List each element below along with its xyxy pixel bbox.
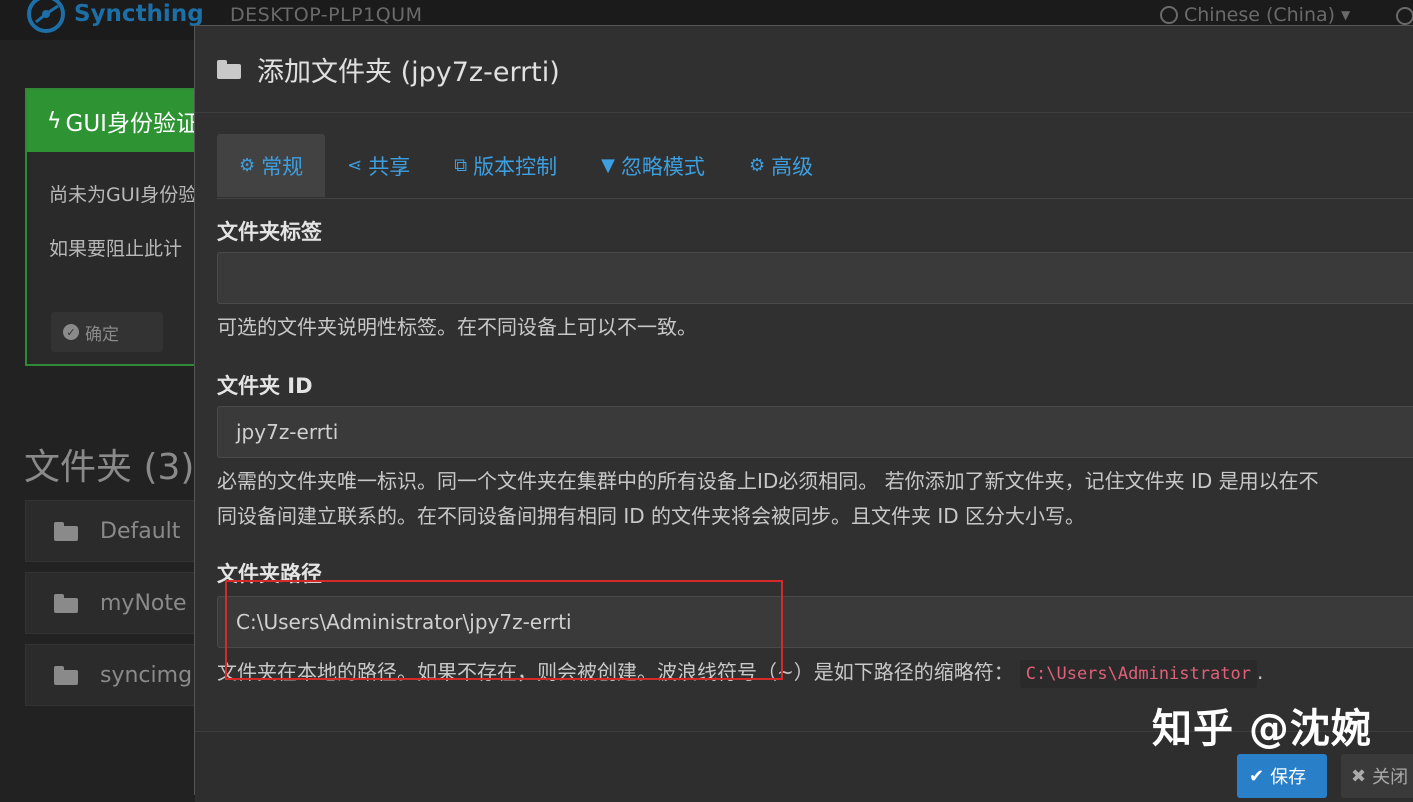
- folder-icon: [54, 521, 78, 541]
- language-label: Chinese (China): [1184, 4, 1336, 26]
- globe-icon: [1160, 6, 1178, 24]
- tab-sharing-label: 共享: [368, 154, 411, 179]
- folder-id-title: 文件夹 ID: [217, 374, 313, 398]
- dialog-header: 添加文件夹 (jpy7z-errti): [195, 26, 1413, 113]
- dialog-title: 添加文件夹 (jpy7z-errti): [257, 56, 560, 88]
- gui-auth-title: GUI身份验证: [65, 111, 199, 137]
- help-icon[interactable]: [1396, 7, 1413, 25]
- tab-advanced[interactable]: ⚙ 高级: [727, 134, 835, 197]
- close-label: 关闭: [1372, 767, 1409, 788]
- tab-general[interactable]: ⚙ 常规: [217, 134, 326, 197]
- folder-name: syncimg: [100, 662, 193, 688]
- add-folder-dialog: 添加文件夹 (jpy7z-errti) ⚙ 常规 ⋖ 共享 ⧉ 版本控制 ▼ 忽…: [194, 25, 1413, 802]
- check-circle-icon: ✓: [63, 324, 79, 340]
- folder-id-input[interactable]: jpy7z-errti: [217, 406, 1413, 458]
- home-path-code: C:\Users\Administrator: [1019, 660, 1257, 688]
- folder-label-help: 可选的文件夹说明性标签。在不同设备上可以不一致。: [217, 315, 697, 339]
- watermark: 知乎 @沈婉: [1152, 706, 1372, 752]
- dialog-tabs: ⚙ 常规 ⋖ 共享 ⧉ 版本控制 ▼ 忽略模式 ⚙ 高级: [217, 134, 1413, 199]
- tab-versioning[interactable]: ⧉ 版本控制: [432, 134, 579, 197]
- syncthing-logo-icon: [27, 0, 65, 33]
- close-icon: ✖: [1351, 765, 1367, 787]
- share-icon: ⋖: [347, 155, 363, 176]
- folder-id-help-line2: 同设备间建立联系的。在不同设备间拥有相同 ID 的文件夹将会被同步。且文件夹 I…: [217, 504, 1086, 528]
- save-button[interactable]: ✔ 保存: [1237, 754, 1327, 798]
- copy-icon: ⧉: [454, 155, 468, 176]
- caret-down-icon: ▼: [1341, 8, 1351, 22]
- folder-label-input[interactable]: [217, 252, 1413, 304]
- brand-name: Syncthing: [74, 1, 204, 27]
- tab-versioning-label: 版本控制: [473, 154, 558, 179]
- folder-icon: [217, 59, 241, 79]
- save-label: 保存: [1270, 767, 1307, 788]
- gui-auth-ok-button[interactable]: ✓ 确定: [51, 312, 163, 352]
- bolt-icon: ϟ: [47, 108, 62, 134]
- tab-ignore-patterns[interactable]: ▼ 忽略模式: [579, 134, 727, 197]
- check-icon: ✔: [1249, 765, 1265, 787]
- filter-icon: ▼: [601, 155, 615, 176]
- gui-auth-ok-label: 确定: [85, 324, 119, 345]
- language-selector[interactable]: Chinese (China) ▼: [1160, 4, 1350, 26]
- close-button[interactable]: ✖ 关闭: [1341, 754, 1413, 798]
- folder-icon: [54, 593, 78, 613]
- gear-icon: ⚙: [239, 155, 256, 176]
- gears-icon: ⚙: [748, 155, 766, 176]
- folder-label-title: 文件夹标签: [217, 220, 322, 244]
- device-name: DESKTOP-PLP1QUM: [230, 4, 423, 26]
- folder-name: myNote: [100, 590, 187, 616]
- folder-name: Default: [100, 518, 181, 544]
- brand[interactable]: Syncthing: [26, 0, 204, 36]
- folder-id-help-line1: 必需的文件夹唯一标识。同一个文件夹在集群中的所有设备上ID必须相同。 若你添加了…: [217, 469, 1319, 493]
- tab-advanced-label: 高级: [771, 154, 814, 179]
- folder-icon: [54, 665, 78, 685]
- gui-auth-line1: 尚未为GUI身份验证: [49, 184, 217, 206]
- tab-ignore-patterns-label: 忽略模式: [620, 154, 705, 179]
- folder-path-help-end: .: [1256, 660, 1264, 684]
- tab-general-label: 常规: [261, 154, 304, 179]
- gui-auth-line2: 如果要阻止此计: [49, 238, 183, 260]
- tab-sharing[interactable]: ⋖ 共享: [325, 134, 432, 197]
- folders-heading: 文件夹 (3): [24, 447, 195, 488]
- path-highlight-box: [225, 580, 783, 680]
